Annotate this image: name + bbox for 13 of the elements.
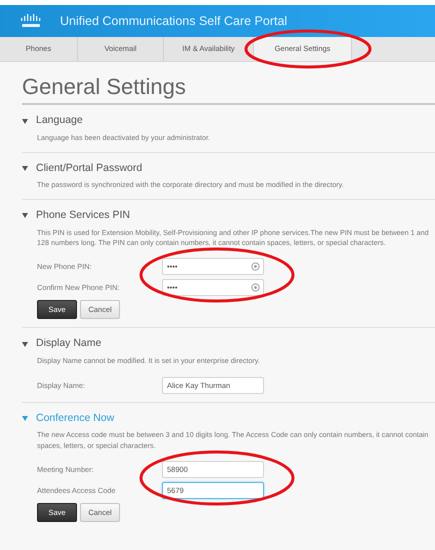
reveal-icon[interactable] bbox=[251, 262, 260, 272]
portal-title: Unified Communications Self Care Portal bbox=[60, 12, 288, 30]
section-title[interactable]: Client/Portal Password bbox=[36, 160, 142, 176]
section-title[interactable]: Language bbox=[36, 113, 83, 130]
expanded-caret-icon[interactable] bbox=[22, 118, 28, 124]
section-title[interactable]: Phone Services PIN bbox=[36, 208, 130, 224]
expanded-caret-icon[interactable] bbox=[22, 342, 28, 347]
reveal-icon[interactable] bbox=[251, 283, 260, 292]
page-heading: General Settings bbox=[22, 62, 435, 106]
expanded-caret-icon[interactable] bbox=[22, 166, 28, 171]
logo-icon bbox=[20, 14, 42, 28]
section-title[interactable]: Display Name bbox=[36, 336, 102, 352]
expanded-caret-icon[interactable] bbox=[22, 213, 28, 218]
